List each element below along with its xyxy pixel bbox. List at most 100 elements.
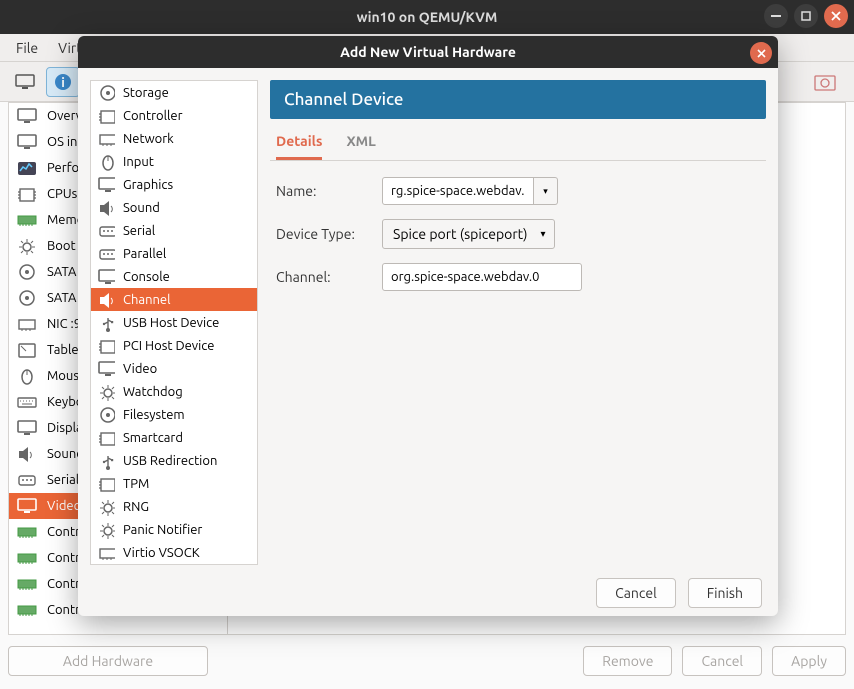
device-type-select[interactable]: Spice port (spiceport) (382, 219, 555, 249)
serial-icon (97, 246, 115, 262)
disk-icon (15, 289, 39, 307)
sidebar-item-label: CPUs (47, 187, 77, 201)
hw-type-item[interactable]: Network (91, 127, 257, 150)
minimize-button[interactable] (764, 4, 788, 28)
channel-form: Name: ▾ Device Type: Spice port (spicepo… (270, 161, 766, 307)
hw-type-item[interactable]: USB Host Device (91, 311, 257, 334)
hw-type-label: Serial (123, 224, 155, 238)
hw-type-item[interactable]: Video (91, 357, 257, 380)
hw-type-label: PCI Host Device (123, 339, 214, 353)
add-hardware-button[interactable]: Add Hardware (8, 646, 208, 676)
hw-type-label: Network (123, 132, 174, 146)
dialog-titlebar: Add New Virtual Hardware (78, 36, 778, 68)
device-type-label: Device Type: (276, 226, 376, 242)
chip-icon (97, 476, 115, 492)
hw-type-label: Console (123, 270, 170, 284)
monitor-icon (97, 177, 115, 193)
hw-type-item[interactable]: USB Redirection (91, 449, 257, 472)
hw-type-item[interactable]: Channel (91, 288, 257, 311)
close-icon (831, 11, 841, 21)
chip-icon (97, 430, 115, 446)
remove-button[interactable]: Remove (583, 646, 672, 676)
hw-type-item[interactable]: Graphics (91, 173, 257, 196)
channel-label: Channel: (276, 269, 376, 285)
hw-type-label: Parallel (123, 247, 166, 261)
hw-type-label: TPM (123, 477, 149, 491)
name-combo[interactable]: ▾ (382, 177, 760, 205)
hw-type-item[interactable]: Watchdog (91, 380, 257, 403)
usb-icon (97, 315, 115, 331)
minimize-icon (771, 15, 781, 17)
hw-type-label: Sound (123, 201, 160, 215)
hw-type-item[interactable]: Console (91, 265, 257, 288)
hw-type-item[interactable]: TPM (91, 472, 257, 495)
disk-icon (97, 85, 115, 101)
dialog-close-button[interactable] (750, 42, 772, 64)
hw-type-label: Storage (123, 86, 169, 100)
nic-icon (97, 545, 115, 561)
usb-icon (97, 453, 115, 469)
hw-type-item[interactable]: Input (91, 150, 257, 173)
maximize-icon (801, 11, 811, 21)
hw-type-label: Video (123, 362, 157, 376)
screenshot-button[interactable] (808, 67, 842, 97)
hw-type-item[interactable]: Virtio VSOCK (91, 541, 257, 564)
hw-type-item[interactable]: Controller (91, 104, 257, 127)
apply-button[interactable]: Apply (772, 646, 846, 676)
dialog-cancel-button[interactable]: Cancel (596, 578, 676, 608)
hw-type-label: Virtio VSOCK (123, 546, 200, 560)
gear-icon (97, 499, 115, 515)
camera-icon (814, 73, 836, 91)
hw-type-item[interactable]: Filesystem (91, 403, 257, 426)
hw-type-label: USB Redirection (123, 454, 217, 468)
close-button[interactable] (824, 4, 848, 28)
monitor-icon (15, 497, 39, 515)
close-icon (757, 49, 766, 58)
mem-icon (15, 523, 39, 541)
hw-type-label: Panic Notifier (123, 523, 202, 537)
dialog-finish-button[interactable]: Finish (688, 578, 762, 608)
sound-icon (97, 200, 115, 216)
details-view-button[interactable]: i (46, 67, 80, 97)
perf-icon (15, 159, 39, 177)
hw-type-item[interactable]: Sound (91, 196, 257, 219)
mouse-icon (15, 367, 39, 385)
chip-icon (15, 185, 39, 203)
name-dropdown-button[interactable]: ▾ (534, 177, 558, 205)
menu-file[interactable]: File (6, 40, 48, 56)
tab-xml[interactable]: XML (346, 133, 375, 160)
panel-header: Channel Device (270, 80, 766, 119)
add-hardware-dialog: Add New Virtual Hardware Storage Controll… (78, 36, 778, 616)
info-icon: i (53, 72, 73, 92)
main-titlebar: win10 on QEMU/KVM (0, 0, 854, 34)
hw-type-label: Filesystem (123, 408, 185, 422)
hw-type-item[interactable]: Smartcard (91, 426, 257, 449)
hw-type-label: Smartcard (123, 431, 183, 445)
hw-type-label: USB Host Device (123, 316, 219, 330)
hw-type-label: Controller (123, 109, 183, 123)
console-view-button[interactable] (8, 67, 42, 97)
mouse-icon (97, 154, 115, 170)
tab-details[interactable]: Details (276, 133, 322, 160)
monitor-icon (15, 419, 39, 437)
main-title: win10 on QEMU/KVM (357, 9, 498, 25)
channel-input[interactable] (382, 263, 582, 291)
hw-type-label: Channel (123, 293, 171, 307)
gear-icon (97, 522, 115, 538)
hw-type-item[interactable]: PCI Host Device (91, 334, 257, 357)
hw-type-item[interactable]: Serial (91, 219, 257, 242)
hw-type-label: Watchdog (123, 385, 183, 399)
tablet-icon (15, 341, 39, 359)
name-input[interactable] (382, 177, 534, 205)
hw-type-item[interactable]: Panic Notifier (91, 518, 257, 541)
mem-icon (15, 601, 39, 619)
maximize-button[interactable] (794, 4, 818, 28)
gear-icon (97, 384, 115, 400)
monitor-icon (15, 74, 35, 90)
dialog-footer: Cancel Finish (78, 569, 778, 616)
hw-type-item[interactable]: Parallel (91, 242, 257, 265)
main-cancel-button[interactable]: Cancel (682, 646, 762, 676)
hw-type-item[interactable]: RNG (91, 495, 257, 518)
hw-type-item[interactable]: Storage (91, 81, 257, 104)
sound-icon (15, 445, 39, 463)
